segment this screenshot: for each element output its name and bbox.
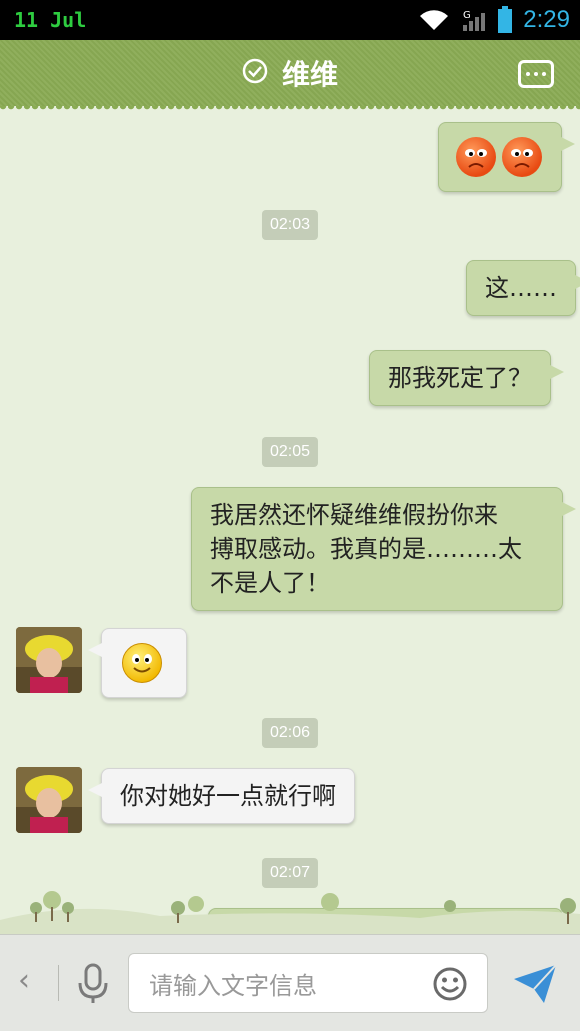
message-line: 搏取感动。我真的是………太 xyxy=(210,535,522,563)
message-out[interactable]: 我居然还怀疑维维假扮你来 搏取感动。我真的是………太 不是人了！ xyxy=(191,487,576,611)
timestamp: 02:06 xyxy=(261,718,319,748)
input-bar: ‹ 请输入文字信息 xyxy=(0,934,580,1031)
more-icon xyxy=(526,72,530,76)
wifi-icon xyxy=(417,8,451,32)
microphone-icon[interactable] xyxy=(76,963,110,1009)
status-bar: 11 Jul G 2:29 xyxy=(0,0,580,40)
timestamp: 02:03 xyxy=(261,210,319,240)
angry-face-icon xyxy=(456,137,496,177)
message-out-emoji[interactable] xyxy=(438,122,575,192)
message-line: 不是人了！ xyxy=(210,569,330,597)
angry-face-icon xyxy=(502,137,542,177)
message-out[interactable]: 这…… xyxy=(466,260,580,316)
avatar[interactable] xyxy=(16,627,82,693)
status-time: 2:29 xyxy=(523,6,570,33)
message-in[interactable]: 你对她好一点就行啊 xyxy=(88,768,355,824)
message-input-placeholder: 请输入文字信息 xyxy=(149,971,317,1000)
collapse-arrow-icon[interactable]: ‹ xyxy=(18,963,30,998)
emoji-icon[interactable] xyxy=(432,966,468,1006)
send-icon[interactable] xyxy=(512,963,558,1009)
status-date: 11 Jul xyxy=(14,8,87,32)
check-circle-icon xyxy=(242,58,268,88)
chat-area[interactable]: 02:03 这…… 那我死定了？ 02:05 我居然还怀疑维维假扮你来 搏取感动… xyxy=(0,106,580,934)
timestamp: 02:05 xyxy=(261,437,319,467)
title-bar: 维维 xyxy=(0,40,580,112)
avatar[interactable] xyxy=(16,767,82,833)
chat-title: 维维 xyxy=(281,58,338,91)
message-in-emoji[interactable] xyxy=(88,628,187,698)
battery-icon xyxy=(497,6,513,34)
svg-text:G: G xyxy=(463,10,471,21)
smile-face-icon xyxy=(122,643,162,683)
message-out[interactable]: 那我死定了？ xyxy=(369,350,564,406)
signal-icon: G xyxy=(461,7,487,33)
message-line: 我居然还怀疑维维假扮你来 xyxy=(210,501,498,529)
more-button[interactable] xyxy=(518,60,554,88)
divider xyxy=(58,965,59,1001)
scenery-decoration xyxy=(0,891,580,934)
